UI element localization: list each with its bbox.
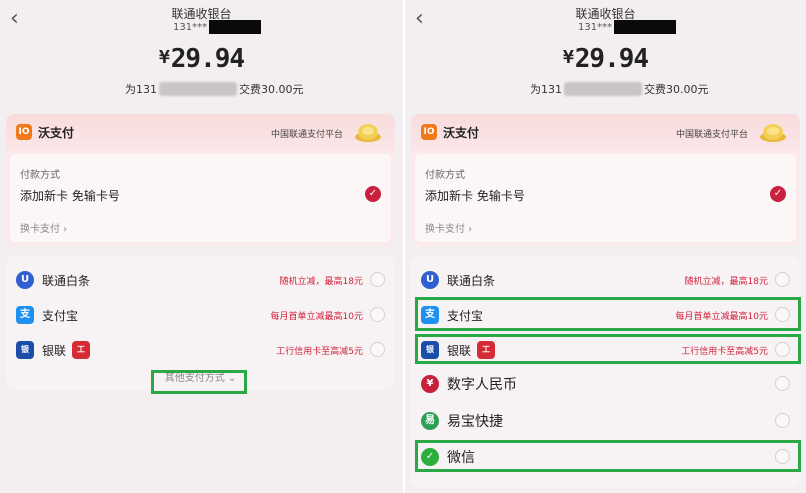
wopay-header: IO 沃支付 中国联通支付平台 — [6, 114, 395, 152]
option-unionpay[interactable]: 银 银联 工 工行信用卡至高减5元 — [6, 334, 395, 366]
digital-rmb-icon: ¥ — [421, 375, 439, 393]
radio-button[interactable] — [775, 413, 790, 428]
unionpay-icon: 银 — [421, 341, 439, 359]
option-yeepay[interactable]: 易 易宝快捷 — [411, 405, 800, 437]
wopay-logo-icon: IO — [421, 124, 437, 140]
phone-number: 131*** — [578, 20, 677, 34]
wopay-name: 沃支付 — [443, 126, 480, 140]
radio-button[interactable] — [775, 307, 790, 322]
radio-button[interactable] — [775, 376, 790, 391]
payment-options-list: U 联通白条 随机立减，最高18元 支 支付宝 每月首单立减最高10元 银 银联… — [6, 256, 395, 390]
wopay-card[interactable]: IO 沃支付 中国联通支付平台 付款方式 添加新卡 免输卡号 ✓ 换卡支付 › — [6, 114, 395, 246]
gold-coin-icon — [760, 124, 786, 142]
selected-check-icon[interactable]: ✓ — [770, 186, 786, 202]
option-wechat[interactable]: ✓ 微信 — [411, 441, 800, 473]
alipay-icon: 支 — [421, 306, 439, 324]
wopay-name: 沃支付 — [38, 126, 75, 140]
unicom-baitiao-icon: U — [16, 271, 34, 289]
radio-button[interactable] — [370, 272, 385, 287]
gold-coin-icon — [355, 124, 381, 142]
phone-number: 131*** — [173, 20, 262, 34]
add-new-card-option[interactable]: 添加新卡 免输卡号 — [20, 187, 120, 204]
wopay-platform: 中国联通支付平台 — [675, 130, 748, 140]
switch-card-link[interactable]: 换卡支付 › — [425, 220, 472, 235]
option-unicom-baitiao[interactable]: U 联通白条 随机立减，最高18元 — [6, 264, 395, 296]
option-unionpay[interactable]: 银 银联 工 工行信用卡至高减5元 — [411, 334, 800, 366]
radio-button[interactable] — [775, 449, 790, 464]
option-unicom-baitiao[interactable]: U 联通白条 随机立减，最高18元 — [411, 264, 800, 296]
option-alipay[interactable]: 支 支付宝 每月首单立减最高10元 — [6, 299, 395, 331]
option-digital-rmb[interactable]: ¥ 数字人民币 — [411, 368, 800, 400]
payment-method-label: 付款方式 — [425, 170, 465, 181]
wopay-header: IO 沃支付 中国联通支付平台 — [411, 114, 800, 152]
wopay-logo-icon: IO — [16, 124, 32, 140]
payment-amount: ¥29.94 — [158, 44, 245, 74]
wechat-icon: ✓ — [421, 448, 439, 466]
radio-button[interactable] — [370, 342, 385, 357]
icbc-card-icon: 工 — [477, 341, 495, 359]
cashier-screen-after: ‹ 联通收银台 131*** ¥29.94 为131 交费30.00元 IO 沃支… — [403, 0, 806, 493]
payment-method-box: 付款方式 添加新卡 免输卡号 ✓ 换卡支付 › — [10, 154, 391, 242]
payment-options-list: U 联通白条 随机立减，最高18元 支 支付宝 每月首单立减最高10元 银 银联… — [411, 256, 800, 488]
selected-check-icon[interactable]: ✓ — [365, 186, 381, 202]
redaction-bar — [614, 20, 677, 34]
unionpay-icon: 银 — [16, 341, 34, 359]
unicom-baitiao-icon: U — [421, 271, 439, 289]
wopay-card[interactable]: IO 沃支付 中国联通支付平台 付款方式 添加新卡 免输卡号 ✓ 换卡支付 › — [411, 114, 800, 246]
radio-button[interactable] — [370, 307, 385, 322]
fee-description: 为131 交费30.00元 — [530, 82, 709, 96]
alipay-icon: 支 — [16, 306, 34, 324]
payment-method-box: 付款方式 添加新卡 免输卡号 ✓ 换卡支付 › — [415, 154, 796, 242]
blurred-number — [159, 82, 237, 96]
radio-button[interactable] — [775, 342, 790, 357]
payment-method-label: 付款方式 — [20, 170, 60, 181]
redaction-bar — [209, 20, 262, 34]
cashier-screen-before: ‹ 联通收银台 131*** ¥29.94 为131 交费30.00元 IO 沃支… — [0, 0, 403, 493]
radio-button[interactable] — [775, 272, 790, 287]
payment-amount: ¥29.94 — [562, 44, 649, 74]
blurred-number — [564, 82, 642, 96]
option-alipay[interactable]: 支 支付宝 每月首单立减最高10元 — [411, 299, 800, 331]
other-payment-methods-link[interactable]: 其他支付方式 ⌄ — [6, 369, 395, 384]
fee-description: 为131 交费30.00元 — [125, 82, 304, 96]
wopay-platform: 中国联通支付平台 — [270, 130, 343, 140]
switch-card-link[interactable]: 换卡支付 › — [20, 220, 67, 235]
add-new-card-option[interactable]: 添加新卡 免输卡号 — [425, 187, 525, 204]
icbc-card-icon: 工 — [72, 341, 90, 359]
yeepay-icon: 易 — [421, 412, 439, 430]
